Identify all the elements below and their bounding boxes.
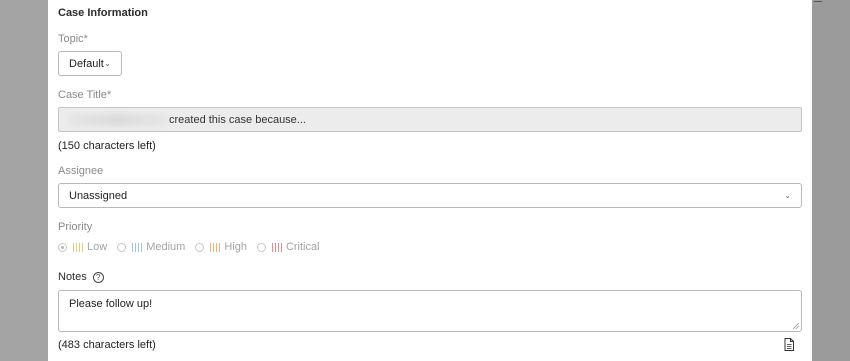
priority-high-icon: [210, 242, 221, 252]
priority-radio-group: Low Medium High Critical: [58, 240, 330, 254]
document-icon[interactable]: [784, 338, 794, 351]
priority-medium-icon: [132, 242, 143, 252]
notes-textarea[interactable]: Please follow up!: [58, 290, 802, 332]
notes-value: Please follow up!: [69, 298, 153, 310]
priority-option-label: Medium: [146, 241, 186, 253]
topic-dropdown[interactable]: Default ⌄: [58, 51, 122, 76]
modal-backdrop-left[interactable]: [0, 0, 48, 361]
notes-label: Notes: [58, 271, 87, 283]
notes-label-row: Notes ?: [58, 271, 104, 283]
notes-chars-left: (483 characters left): [58, 339, 156, 351]
section-title: Case Information: [58, 7, 148, 19]
priority-option-low[interactable]: Low: [58, 241, 107, 253]
priority-option-label: High: [224, 241, 247, 253]
radio-button[interactable]: [117, 242, 127, 252]
topic-label: Topic*: [58, 33, 88, 45]
case-title-chars-left: (150 characters left): [58, 140, 156, 152]
modal-backdrop-right[interactable]: [812, 0, 850, 361]
radio-button[interactable]: [195, 242, 205, 252]
priority-critical-icon: [271, 242, 282, 252]
radio-button[interactable]: [256, 242, 266, 252]
priority-option-label: Low: [87, 241, 108, 253]
case-title-label: Case Title*: [58, 89, 112, 101]
backdrop-divider: [814, 0, 822, 2]
question-circle-icon[interactable]: ?: [92, 271, 104, 283]
topic-value: Default: [69, 58, 104, 70]
case-title-value: created this case because...: [169, 114, 306, 126]
redacted-name: [67, 114, 167, 126]
priority-option-critical[interactable]: Critical: [256, 241, 320, 253]
assignee-value: Unassigned: [69, 190, 128, 202]
case-title-input[interactable]: created this case because...: [58, 107, 802, 132]
chevron-down-icon: ⌄: [104, 59, 111, 68]
priority-option-high[interactable]: High: [195, 241, 247, 253]
priority-option-label: Critical: [285, 241, 320, 253]
assignee-label: Assignee: [58, 165, 104, 177]
assignee-select[interactable]: Unassigned ⌄: [58, 183, 802, 208]
case-modal: Case Information Topic* Default ⌄ Case T…: [48, 0, 812, 361]
priority-option-medium[interactable]: Medium: [117, 241, 185, 253]
radio-button[interactable]: [58, 242, 67, 252]
chevron-down-icon: ⌄: [784, 191, 791, 200]
priority-label: Priority: [58, 221, 93, 233]
resize-grip-icon[interactable]: [793, 323, 799, 329]
priority-low-icon: [73, 242, 83, 252]
